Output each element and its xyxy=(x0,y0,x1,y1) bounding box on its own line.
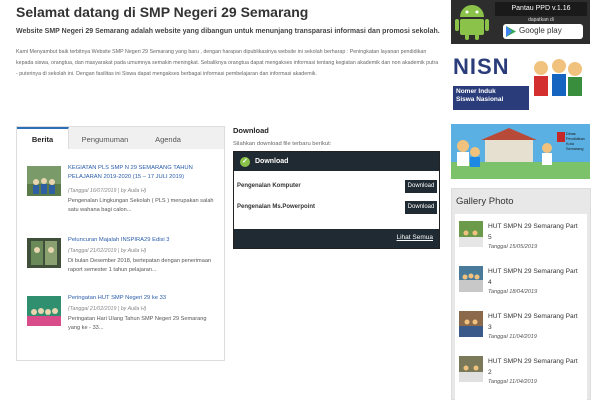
intro-text: Kami Menyambut baik terbitnya Website SM… xyxy=(16,49,439,77)
gallery-item-date: Tanggal 11/04/2019 xyxy=(488,334,537,340)
gallery-item-date: Tanggal 11/04/2019 xyxy=(488,379,537,385)
news-meta: (Tanggal 16/07/2019 | by Aulia H) xyxy=(68,188,147,194)
check-icon: ✓ xyxy=(240,156,250,167)
news-meta: (Tanggal 21/02/2019 | by Aulia H) xyxy=(68,248,147,254)
app-version-label: Pantau PPD v.1.16 xyxy=(495,2,587,16)
download-row: Pengenalan Komputer Download xyxy=(234,180,439,194)
play-store-icon xyxy=(506,26,516,37)
dinas-label: Dinas Pendidikan Kota Semarang xyxy=(566,132,590,152)
gallery-list: HUT SMPN 29 Semarang Part 5 Tanggal 15/0… xyxy=(455,214,587,400)
tab-berita[interactable]: Berita xyxy=(17,127,69,149)
download-subtitle: Silahkan download file terbaru berikut: xyxy=(233,141,332,147)
gallery-item-title: HUT SMPN 29 Semarang Part 5 xyxy=(488,223,578,241)
tab-row: Berita Pengumuman Agenda xyxy=(17,127,224,149)
nisn-caption-line: Siswa Nasional xyxy=(456,96,504,103)
news-title-link[interactable]: Peringatan HUT SMP Negeri 29 ke 33 xyxy=(68,294,218,303)
news-summary: Di bulan Desember 2018, bertepatan denga… xyxy=(68,258,212,273)
download-box-header: ✓ Download xyxy=(234,152,439,171)
android-icon xyxy=(455,5,489,40)
gallery-item[interactable]: HUT SMPN 29 Semarang Part 5 Tanggal 15/0… xyxy=(457,219,585,263)
nisn-logo-text: NISN xyxy=(453,54,510,79)
gallery-thumbnail-image xyxy=(459,266,483,292)
dinas-label-line: Dinas Pendidikan xyxy=(566,132,585,141)
download-button[interactable]: Download xyxy=(405,180,437,193)
news-item: KEGIATAN PLS SMP N 29 SEMARANG TAHUN PEL… xyxy=(27,164,219,224)
tab-pengumuman[interactable]: Pengumuman xyxy=(69,127,141,149)
gallery-item[interactable]: HUT SMPN 29 Semarang Part 3 Tanggal 11/0… xyxy=(457,309,585,353)
nisn-caption: Nomer Induk Siswa Nasional xyxy=(453,86,529,110)
tab-agenda[interactable]: Agenda xyxy=(141,127,195,149)
gallery-thumbnail-image xyxy=(459,311,483,337)
gallery-item-title: HUT SMPN 29 Semarang Part 4 xyxy=(488,268,578,286)
news-item: Peringatan HUT SMP Negeri 29 ke 33 (Tang… xyxy=(27,294,219,354)
gallery-item[interactable]: HUT SMPN 29 Semarang Part 4 Tanggal 18/0… xyxy=(457,264,585,308)
students-illustration xyxy=(534,59,582,106)
page-title: Selamat datang di SMP Negeri 29 Semarang xyxy=(16,4,309,20)
news-thumbnail-image[interactable] xyxy=(27,238,61,268)
download-file-name: Pengenalan Ms.Powerpoint xyxy=(237,204,316,210)
news-title-link[interactable]: KEGIATAN PLS SMP N 29 SEMARANG TAHUN PEL… xyxy=(68,164,218,181)
gallery-item-title: HUT SMPN 29 Semarang Part 3 xyxy=(488,313,578,331)
download-row: Pengenalan Ms.Powerpoint Download xyxy=(234,201,439,215)
gallery-widget: Gallery Photo HUT SMPN 29 Semarang Part … xyxy=(451,188,591,400)
gallery-item-date: Tanggal 15/05/2019 xyxy=(488,244,538,250)
nisn-banner[interactable]: NISN Nomer Induk Siswa Nasional xyxy=(451,52,589,112)
gallery-thumbnail-image xyxy=(459,356,483,382)
news-tabs: Berita Pengumuman Agenda KEGIATAN PLS SM… xyxy=(16,126,225,361)
see-all-link[interactable]: Lihat Semua xyxy=(397,234,434,241)
gallery-item-date: Tanggal 18/04/2019 xyxy=(488,289,538,295)
download-box: ✓ Download Pengenalan Komputer Download … xyxy=(233,151,440,249)
tab-panel-berita: KEGIATAN PLS SMP N 29 SEMARANG TAHUN PEL… xyxy=(17,149,224,360)
get-it-on-label: dapatkan di xyxy=(528,17,554,23)
google-play-text: Google play xyxy=(519,26,562,35)
gallery-item[interactable]: HUT SMPN 29 Semarang Part 2 Tanggal 11/0… xyxy=(457,354,585,398)
dinas-label-line: Kota Semarang xyxy=(566,142,584,151)
download-box-footer: Lihat Semua xyxy=(234,229,439,248)
gallery-title: Gallery Photo xyxy=(456,196,514,207)
news-summary: Peringatan Hari Ulang Tahun SMP Negeri 2… xyxy=(68,316,207,331)
download-box-title: Download xyxy=(255,158,289,165)
dinas-pendidikan-banner[interactable]: Dinas Pendidikan Kota Semarang xyxy=(451,124,590,179)
google-play-banner[interactable]: Pantau PPD v.1.16 dapatkan di Google pla… xyxy=(451,0,590,44)
gallery-thumbnail-image xyxy=(459,221,483,247)
news-item: Peluncuran Majalah INSPIRA29 Edisi 3 (Ta… xyxy=(27,236,219,296)
download-button[interactable]: Download xyxy=(405,201,437,214)
nisn-caption-line: Nomer Induk xyxy=(456,88,496,95)
lead-text: Website SMP Negeri 29 Semarang adalah we… xyxy=(16,28,440,35)
news-title-link[interactable]: Peluncuran Majalah INSPIRA29 Edisi 3 xyxy=(68,236,218,245)
news-meta: (Tanggal 21/02/2019 | by Aulia H) xyxy=(68,306,147,312)
news-thumbnail-image[interactable] xyxy=(27,166,61,196)
download-heading: Download xyxy=(233,126,269,135)
google-play-badge: Google play xyxy=(503,24,583,39)
download-file-name: Pengenalan Komputer xyxy=(237,183,301,189)
news-thumbnail-image[interactable] xyxy=(27,296,61,326)
news-summary: Pengenalan Lingkungan Sekolah ( PLS ) me… xyxy=(68,198,214,213)
gallery-item-title: HUT SMPN 29 Semarang Part 2 xyxy=(488,358,578,376)
